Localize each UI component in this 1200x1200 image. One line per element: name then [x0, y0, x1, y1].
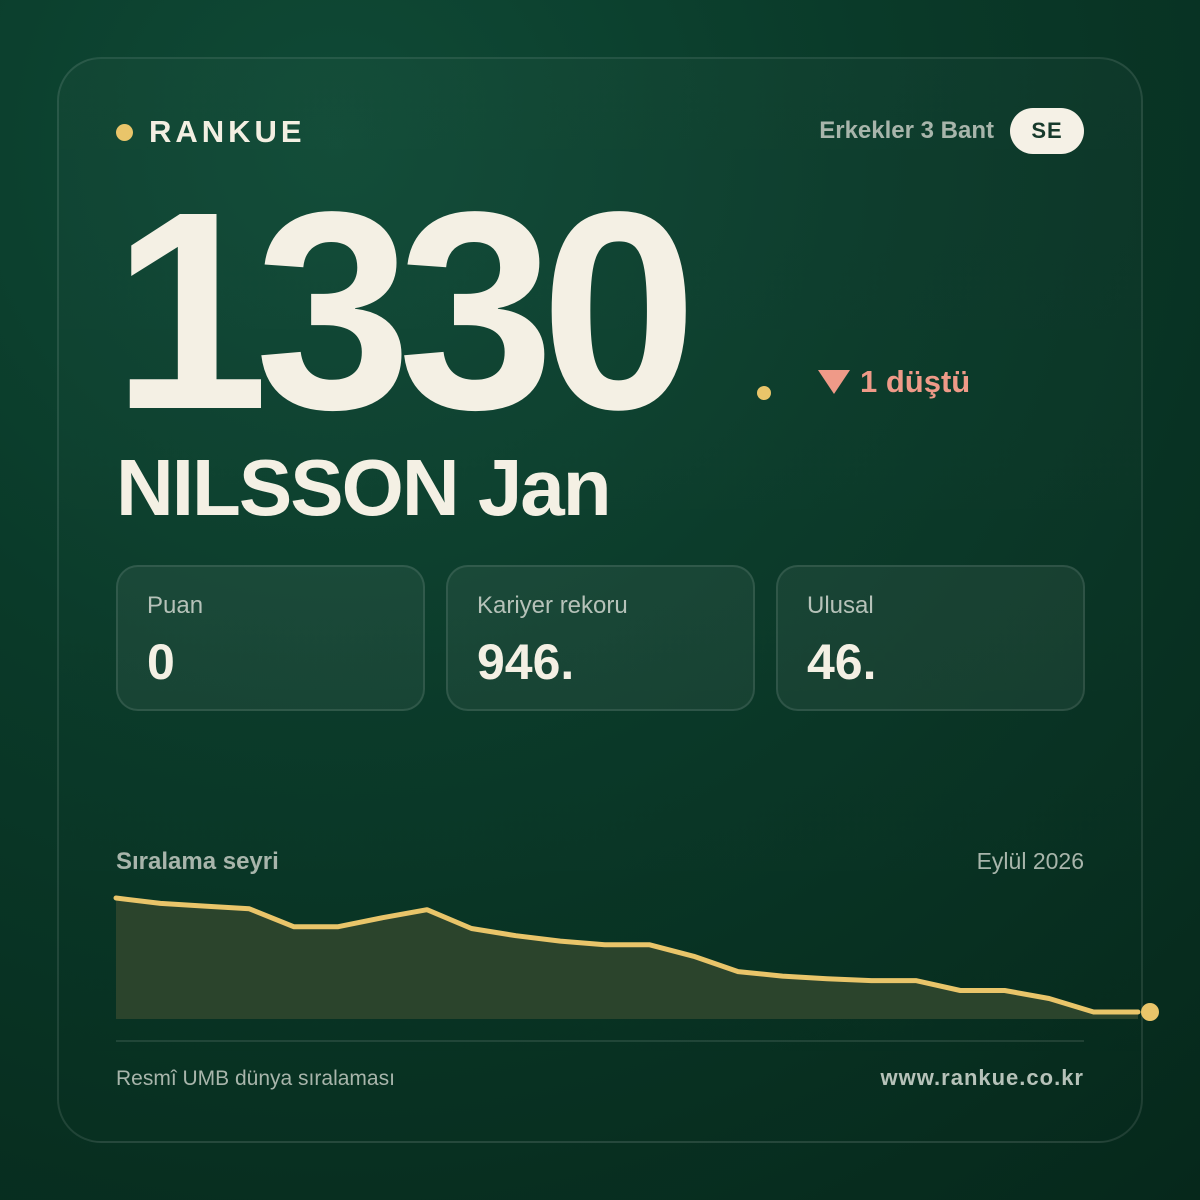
brand-name: RANKUE [149, 114, 306, 149]
stat-card-points: Puan 0 [116, 565, 425, 711]
trend-date: Eylül 2026 [976, 848, 1084, 874]
stat-value: 0 [147, 634, 175, 690]
footer-url[interactable]: www.rankue.co.kr [881, 1065, 1084, 1091]
stat-label: Ulusal [807, 592, 874, 619]
trend-title: Sıralama seyri [116, 848, 279, 875]
rank-position: 1330 [112, 153, 697, 468]
stat-label: Kariyer rekoru [477, 592, 628, 619]
stat-card-national: Ulusal 46. [776, 565, 1085, 711]
stat-value: 46. [807, 634, 877, 690]
country-badge: SE [1010, 108, 1084, 154]
division-info: Erkekler 3 Bant SE [819, 108, 1084, 154]
division-label: Erkekler 3 Bant [819, 117, 994, 144]
trend-current-point [1141, 1003, 1159, 1021]
footer-divider [116, 1040, 1084, 1042]
rank-change: 1 düştü [818, 362, 970, 402]
stat-value: 946. [477, 634, 575, 690]
footer-source: Resmî UMB dünya sıralaması [116, 1067, 395, 1090]
brand: RANKUE [116, 112, 306, 152]
brand-dot-icon [116, 123, 133, 141]
down-triangle-icon [818, 370, 850, 394]
rank-change-text: 1 düştü [860, 364, 971, 399]
stat-card-career-best: Kariyer rekoru 946. [446, 565, 755, 711]
rank-dot-icon [757, 386, 771, 400]
player-name: NILSSON Jan [116, 443, 612, 532]
stat-label: Puan [147, 592, 204, 619]
